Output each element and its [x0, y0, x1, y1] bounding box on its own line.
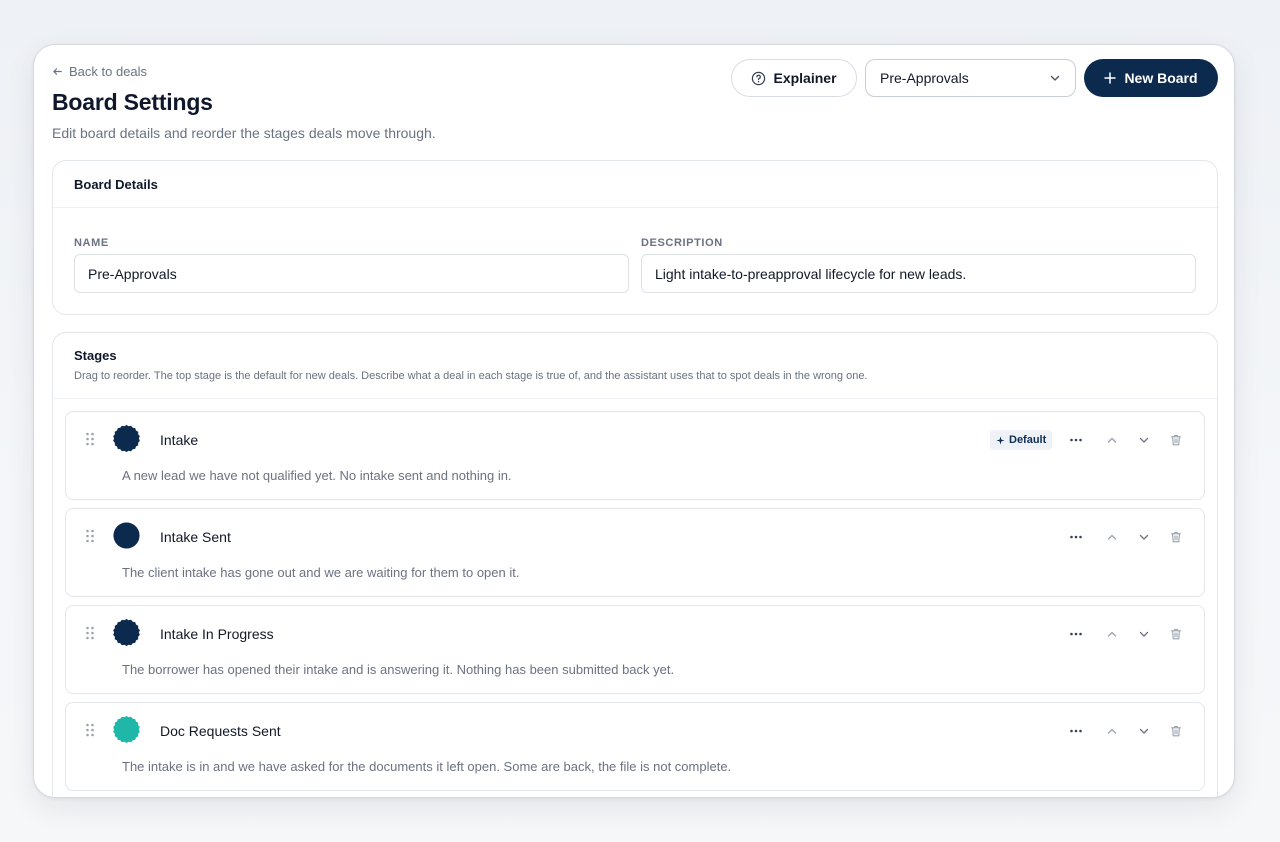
description-input[interactable]: Light intake-to-preapproval lifecycle fo… [641, 254, 1196, 293]
board-settings-window: Back to deals Board Settings Edit board … [33, 44, 1235, 798]
stage-color-swatch[interactable] [112, 618, 141, 647]
stage-row[interactable]: Intake In Progress The borrower has open… [65, 605, 1205, 694]
chevron-down-icon [1050, 75, 1060, 81]
delete-stage-button[interactable] [1166, 624, 1186, 644]
stage-more-button[interactable] [1066, 527, 1086, 547]
more-icon [1070, 438, 1082, 442]
new-board-button[interactable]: New Board [1084, 59, 1218, 97]
plus-icon [1104, 72, 1117, 84]
stage-color-swatch[interactable] [112, 424, 141, 453]
chevron-down-icon [1139, 437, 1149, 443]
move-up-button[interactable] [1102, 430, 1122, 450]
explainer-label: Explainer [773, 70, 837, 86]
default-badge-label: Default [1009, 434, 1047, 446]
drag-handle-icon[interactable] [85, 723, 95, 737]
more-icon [1070, 535, 1082, 539]
chevron-down-icon [1139, 534, 1149, 540]
drag-handle-icon[interactable] [85, 626, 95, 640]
explainer-button[interactable]: Explainer [731, 59, 857, 97]
back-link-label: Back to deals [69, 64, 148, 79]
stages-card: Stages Drag to reorder. The top stage is… [52, 332, 1218, 797]
move-up-button[interactable] [1102, 624, 1122, 644]
board-details-card: Board Details NAME Pre-Approvals DESCRIP… [52, 160, 1218, 315]
trash-icon [1170, 434, 1182, 446]
description-label: DESCRIPTION [641, 237, 723, 249]
arrow-left-icon [53, 68, 62, 75]
stage-description[interactable]: The borrower has opened their intake and… [122, 662, 674, 677]
name-input[interactable]: Pre-Approvals [74, 254, 629, 293]
stage-more-button[interactable] [1066, 721, 1086, 741]
move-up-button[interactable] [1102, 721, 1122, 741]
help-circle-icon [752, 71, 766, 85]
more-icon [1070, 729, 1082, 733]
chevron-up-icon [1107, 631, 1117, 637]
drag-handle-icon[interactable] [85, 432, 95, 446]
board-select[interactable]: Pre-Approvals [865, 59, 1076, 97]
trash-icon [1170, 628, 1182, 640]
board-details-title: Board Details [53, 161, 1217, 208]
more-icon [1070, 632, 1082, 636]
stage-name[interactable]: Intake In Progress [160, 626, 274, 642]
stages-title: Stages [74, 348, 117, 363]
stage-name[interactable]: Intake [160, 432, 198, 448]
stage-row[interactable]: Doc Requests Sent The intake is in and w… [65, 702, 1205, 791]
move-down-button[interactable] [1134, 430, 1154, 450]
stages-header: Stages Drag to reorder. The top stage is… [53, 333, 1217, 399]
page-subtitle: Edit board details and reorder the stage… [52, 125, 436, 141]
chevron-down-icon [1139, 631, 1149, 637]
stage-color-swatch[interactable] [112, 715, 141, 744]
move-down-button[interactable] [1134, 721, 1154, 741]
delete-stage-button[interactable] [1166, 721, 1186, 741]
move-up-button[interactable] [1102, 527, 1122, 547]
stage-color-swatch[interactable] [112, 521, 141, 550]
trash-icon [1170, 725, 1182, 737]
board-select-value: Pre-Approvals [880, 70, 969, 86]
stage-description[interactable]: A new lead we have not qualified yet. No… [122, 468, 512, 483]
delete-stage-button[interactable] [1166, 430, 1186, 450]
chevron-up-icon [1107, 728, 1117, 734]
stage-description[interactable]: The intake is in and we have asked for t… [122, 759, 731, 774]
stage-name[interactable]: Doc Requests Sent [160, 723, 281, 739]
stage-more-button[interactable] [1066, 430, 1086, 450]
back-to-deals-link[interactable]: Back to deals [52, 64, 147, 79]
sparkle-icon [996, 435, 1005, 445]
delete-stage-button[interactable] [1166, 527, 1186, 547]
default-badge: Default [990, 430, 1053, 450]
name-label: NAME [74, 237, 109, 249]
stage-row[interactable]: Intake Sent The client intake has gone o… [65, 508, 1205, 597]
chevron-up-icon [1107, 437, 1117, 443]
move-down-button[interactable] [1134, 527, 1154, 547]
new-board-label: New Board [1124, 70, 1198, 86]
stage-description[interactable]: The client intake has gone out and we ar… [122, 565, 519, 580]
page-title: Board Settings [52, 89, 213, 115]
chevron-up-icon [1107, 534, 1117, 540]
stage-row[interactable]: Intake A new lead we have not qualified … [65, 411, 1205, 500]
stages-hint: Drag to reorder. The top stage is the de… [74, 370, 868, 382]
stage-name[interactable]: Intake Sent [160, 529, 231, 545]
stage-more-button[interactable] [1066, 624, 1086, 644]
drag-handle-icon[interactable] [85, 529, 95, 543]
chevron-down-icon [1139, 728, 1149, 734]
trash-icon [1170, 531, 1182, 543]
move-down-button[interactable] [1134, 624, 1154, 644]
